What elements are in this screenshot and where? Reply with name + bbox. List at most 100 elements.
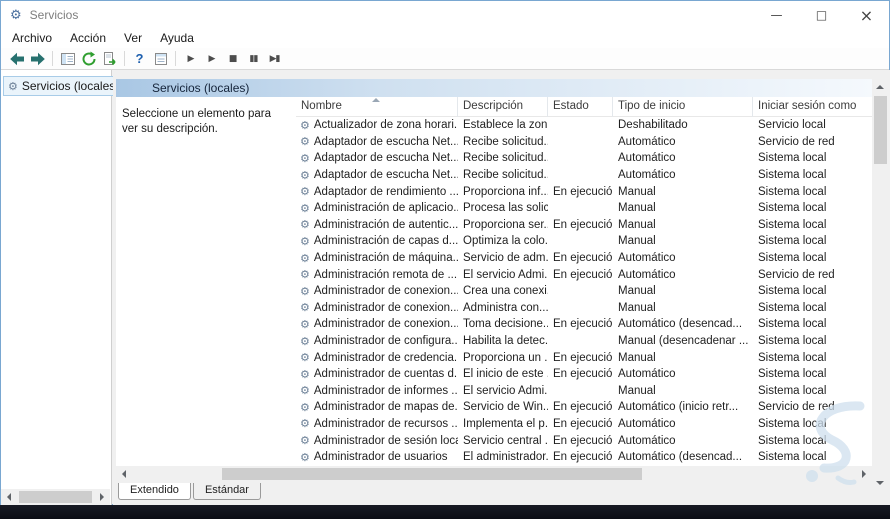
service-name: Administración de máquina...: [313, 252, 458, 265]
service-status: En ejecución: [553, 218, 613, 231]
menu-archivo[interactable]: Archivo: [3, 29, 61, 48]
vertical-scrollbar[interactable]: [872, 79, 889, 491]
start-service-button[interactable]: ▶: [180, 49, 201, 69]
table-row[interactable]: ⚙ Administración remota de ... El servicio…: [296, 266, 872, 283]
scroll-right-button[interactable]: [856, 466, 872, 482]
service-name: Actualizador de zona horari...: [313, 119, 458, 132]
service-startup-type: Automático: [618, 152, 676, 165]
export-list-button[interactable]: [99, 49, 120, 69]
service-logon-as: Sistema local: [758, 351, 827, 364]
pause-service-button[interactable]: ▮▮: [243, 49, 264, 69]
table-row[interactable]: ⚙ Administrador de sesión local Servicio c…: [296, 432, 872, 449]
service-description: Proporciona ser...: [463, 218, 548, 231]
service-gear-icon: ⚙: [300, 169, 310, 182]
service-name-cell: ⚙ Administración remota de ...: [296, 269, 458, 281]
scrollbar-track[interactable]: [17, 489, 94, 505]
scroll-left-button[interactable]: [116, 466, 132, 482]
table-row[interactable]: ⚙ Administración de máquina... Servicio de…: [296, 250, 872, 267]
menu-bar: Archivo Acción Ver Ayuda: [1, 29, 889, 48]
tree-item-servicios-locales[interactable]: ⚙ Servicios (locales): [3, 76, 125, 96]
results-pane: Servicios (locales) Seleccione un elemen…: [113, 70, 890, 505]
menu-ver[interactable]: Ver: [115, 29, 151, 48]
service-gear-icon: ⚙: [300, 252, 310, 265]
column-header-estado[interactable]: Estado: [548, 97, 613, 117]
table-row[interactable]: ⚙ Administrador de recursos ... Implementa…: [296, 416, 872, 433]
table-row[interactable]: ⚙ Administrador de conexion... Administra …: [296, 300, 872, 317]
column-header-tipo-de-inicio[interactable]: Tipo de inicio: [613, 97, 753, 117]
column-header-iniciar-sesion-como[interactable]: Iniciar sesión como: [753, 97, 872, 117]
show-console-tree-button[interactable]: [57, 49, 78, 69]
service-gear-icon: ⚙: [300, 434, 310, 447]
service-name-cell: ⚙ Administrador de configura...: [296, 335, 458, 347]
scroll-right-button[interactable]: [94, 489, 110, 505]
service-logon-as: Sistema local: [758, 202, 827, 215]
column-header-descripcion[interactable]: Descripción: [458, 97, 548, 117]
back-button[interactable]: [6, 49, 27, 69]
service-name: Administración de capas d...: [313, 235, 458, 248]
column-header-nombre[interactable]: Nombre: [296, 97, 458, 117]
start-service-icon: ▶: [187, 53, 195, 64]
table-row[interactable]: ⚙ Administración de aplicacio... Procesa l…: [296, 200, 872, 217]
service-gear-icon: ⚙: [300, 335, 310, 348]
window-controls: — □ ×: [754, 1, 889, 29]
resume-service-button[interactable]: ▶: [201, 49, 222, 69]
menu-ayuda[interactable]: Ayuda: [151, 29, 203, 48]
scrollbar-thumb[interactable]: [19, 491, 92, 503]
service-status: En ejecución: [553, 185, 613, 198]
list-horizontal-scrollbar[interactable]: [116, 466, 872, 482]
service-name: Administrador de conexion...: [313, 285, 458, 298]
table-row[interactable]: ⚙ Administrador de credencia... Proporcion…: [296, 349, 872, 366]
services-list: Nombre Descripción Estado Tipo de inicio…: [296, 97, 872, 466]
forward-button[interactable]: [27, 49, 48, 69]
tab-estandar[interactable]: Estándar: [192, 483, 261, 500]
table-row[interactable]: ⚙ Administrador de usuarios El administrad…: [296, 449, 872, 466]
refresh-button[interactable]: [78, 49, 99, 69]
table-row[interactable]: ⚙ Administrador de conexion... Crea una co…: [296, 283, 872, 300]
scroll-left-button[interactable]: [1, 489, 17, 505]
scrollbar-track[interactable]: [132, 466, 856, 482]
scrollbar-thumb[interactable]: [222, 468, 642, 480]
help-button[interactable]: ?: [129, 49, 150, 69]
table-row[interactable]: ⚙ Administrador de cuentas d... El inicio …: [296, 366, 872, 383]
service-description: Habilita la detec...: [463, 335, 548, 348]
table-row[interactable]: ⚙ Administrador de mapas de... Servicio de…: [296, 399, 872, 416]
table-row[interactable]: ⚙ Administrador de configura... Habilita l…: [296, 333, 872, 350]
table-row[interactable]: ⚙ Administración de autentic... Proporcion…: [296, 217, 872, 234]
service-gear-icon: ⚙: [300, 285, 310, 298]
scrollbar-thumb[interactable]: [874, 96, 887, 164]
restart-service-button[interactable]: ▶▮: [264, 49, 285, 69]
service-description: Servicio de adm...: [463, 252, 548, 265]
table-row[interactable]: ⚙ Adaptador de escucha Net... Recibe solic…: [296, 150, 872, 167]
stop-service-button[interactable]: ■: [222, 49, 243, 69]
tab-extendido[interactable]: Extendido: [118, 483, 191, 500]
table-row[interactable]: ⚙ Adaptador de escucha Net... Recibe solic…: [296, 167, 872, 184]
table-row[interactable]: ⚙ Administración de capas d... Optimiza la…: [296, 233, 872, 250]
service-logon-as: Sistema local: [758, 434, 827, 447]
service-startup-type: Automático: [618, 169, 676, 182]
tree-item-label: Servicios (locales): [21, 79, 120, 93]
service-name-cell: ⚙ Administración de capas d...: [296, 235, 458, 247]
column-header-label: Nombre: [301, 100, 342, 112]
table-row[interactable]: ⚙ Administrador de informes ... El servici…: [296, 383, 872, 400]
table-row[interactable]: ⚙ Administrador de conexion... Toma decisi…: [296, 316, 872, 333]
table-row[interactable]: ⚙ Actualizador de zona horari... Establece…: [296, 117, 872, 134]
tree-horizontal-scrollbar[interactable]: [1, 489, 110, 505]
table-row[interactable]: ⚙ Adaptador de escucha Net... Recibe solic…: [296, 134, 872, 151]
scroll-down-button[interactable]: [872, 475, 888, 491]
service-startup-type: Automático: [618, 268, 676, 281]
table-row[interactable]: ⚙ Adaptador de rendimiento ... Proporciona…: [296, 183, 872, 200]
description-pane: Seleccione un elemento para ver su descr…: [116, 97, 296, 466]
service-logon-as: Sistema local: [758, 169, 827, 182]
close-button[interactable]: ×: [844, 1, 889, 29]
service-description: Procesa las solic...: [463, 202, 548, 215]
service-startup-type: Automático: [618, 368, 676, 381]
screen: ⚙ Servicios — □ × Archivo Acción Ver Ayu…: [0, 0, 890, 519]
service-name-cell: ⚙ Administrador de sesión local: [296, 435, 458, 447]
scroll-up-button[interactable]: [872, 79, 888, 95]
service-description: Optimiza la colo...: [463, 235, 548, 248]
minimize-button[interactable]: —: [754, 1, 799, 29]
properties-button[interactable]: [150, 49, 171, 69]
maximize-button[interactable]: □: [799, 1, 844, 29]
menu-accion[interactable]: Acción: [61, 29, 115, 48]
service-name: Administrador de sesión local: [313, 434, 458, 447]
